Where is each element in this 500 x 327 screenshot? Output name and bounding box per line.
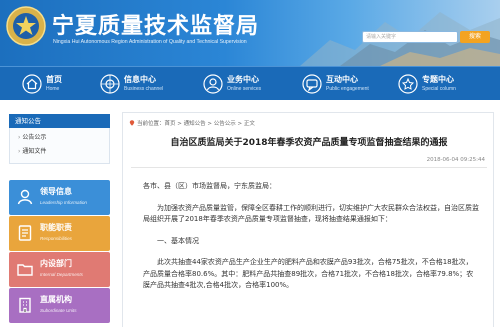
location-icon xyxy=(129,120,135,126)
tile-responsibilities[interactable]: 职能职责 Responsibilities xyxy=(9,216,110,251)
article-title: 自治区质监局关于2018年春季农资产品质量专项监督抽查结果的通报 xyxy=(170,138,448,148)
site-title: 宁夏质量技术监督局 xyxy=(52,14,260,39)
tile-sublabel: Subordinate Units xyxy=(40,308,77,313)
site-header: 宁夏质量技术监督局 Ningxia Hui Autonomous Region … xyxy=(0,0,500,66)
search-button[interactable]: 搜索 xyxy=(460,31,490,43)
site-subtitle: Ningxia Hui Autonomous Region Administra… xyxy=(53,39,247,45)
nav-label: 首页 xyxy=(46,75,62,84)
tile-label: 职能职责 xyxy=(40,223,72,232)
emblem-icon xyxy=(6,6,46,46)
nav-item-service[interactable]: 业务中心 Online services xyxy=(203,67,293,101)
sidebar: 通知公告 › 公告公示 › 通知文件 xyxy=(9,114,110,164)
nav-item-info[interactable]: 信息中心 Business channel xyxy=(100,67,190,101)
tile-departments[interactable]: 内设部门 Internal Departments xyxy=(9,252,110,287)
tile-sublabel: Leadership Information xyxy=(40,200,87,205)
leader-icon xyxy=(17,189,33,205)
service-icon xyxy=(203,74,223,94)
tile-sublabel: Internal Departments xyxy=(40,272,83,277)
article-section-heading: 一、基本情况 xyxy=(157,236,199,245)
tile-leadership[interactable]: 领导信息 Leadership Information xyxy=(9,180,110,215)
nav-label: 业务中心 xyxy=(227,75,259,84)
bullet-icon: › xyxy=(18,148,21,155)
article-panel: 当前位置：首页 > 通知公告 > 公告公示 > 正文 自治区质监局关于2018年… xyxy=(122,112,494,327)
home-icon xyxy=(22,74,42,94)
sidebar-list: › 公告公示 › 通知文件 xyxy=(9,128,110,164)
article-paragraph: 为加强农资产品质量监管，保障全区春耕工作的顺利进行，切实维护广大农民群众合法权益… xyxy=(143,203,479,224)
topic-icon xyxy=(398,74,418,94)
search-input[interactable]: 请输入关键字 xyxy=(362,31,458,43)
nav-sublabel: Home xyxy=(46,86,60,92)
article-body: 各市、县（区）市场监督局，宁东质监局： 为加强农资产品质量监管，保障全区春耕工作… xyxy=(143,181,479,302)
nav-item-topic[interactable]: 专题中心 Special column xyxy=(398,67,488,101)
sidebar-item-notices[interactable]: › 通知文件 xyxy=(10,145,109,159)
nav-label: 专题中心 xyxy=(422,75,454,84)
breadcrumb: 当前位置：首页 > 通知公告 > 公告公示 > 正文 xyxy=(129,119,255,127)
info-icon xyxy=(100,74,120,94)
document-icon xyxy=(18,225,32,241)
interact-icon xyxy=(302,74,322,94)
tile-label: 领导信息 xyxy=(40,187,72,196)
sidebar-item-announcements[interactable]: › 公告公示 xyxy=(10,131,109,145)
nav-sublabel: Special column xyxy=(422,86,456,92)
nav-label: 信息中心 xyxy=(124,75,156,84)
folder-icon xyxy=(17,264,33,276)
main-nav: 首页 Home 信息中心 Business channel 业务中心 Onlin… xyxy=(0,66,500,100)
building-icon xyxy=(19,297,31,313)
nav-item-interact[interactable]: 互动中心 Public engagement xyxy=(302,67,392,101)
article-date: 2018-06-04 09:25:44 xyxy=(426,157,485,163)
bullet-icon: › xyxy=(18,134,21,141)
nav-sublabel: Public engagement xyxy=(326,86,369,92)
sidebar-heading: 通知公告 xyxy=(9,114,110,128)
nav-label: 互动中心 xyxy=(326,75,358,84)
sidebar-item-label: 通知文件 xyxy=(22,148,47,155)
tile-label: 内设部门 xyxy=(40,259,72,268)
sidebar-item-label: 公告公示 xyxy=(22,134,47,141)
nav-sublabel: Online services xyxy=(227,86,262,92)
divider xyxy=(131,167,487,168)
article-paragraph: 此次共抽查44家农资产品生产企业生产的肥料产品和农膜产品93批次，合格75批次，… xyxy=(143,258,474,289)
nav-sublabel: Business channel xyxy=(124,86,164,92)
tile-subordinate[interactable]: 直属机构 Subordinate Units xyxy=(9,288,110,323)
breadcrumb-text[interactable]: 当前位置：首页 > 通知公告 > 公告公示 > 正文 xyxy=(137,121,255,127)
tile-label: 直属机构 xyxy=(40,295,72,304)
article-greeting: 各市、县（区）市场监督局，宁东质监局： xyxy=(143,182,276,190)
tile-sublabel: Responsibilities xyxy=(40,236,72,241)
nav-item-home[interactable]: 首页 Home xyxy=(22,67,112,101)
